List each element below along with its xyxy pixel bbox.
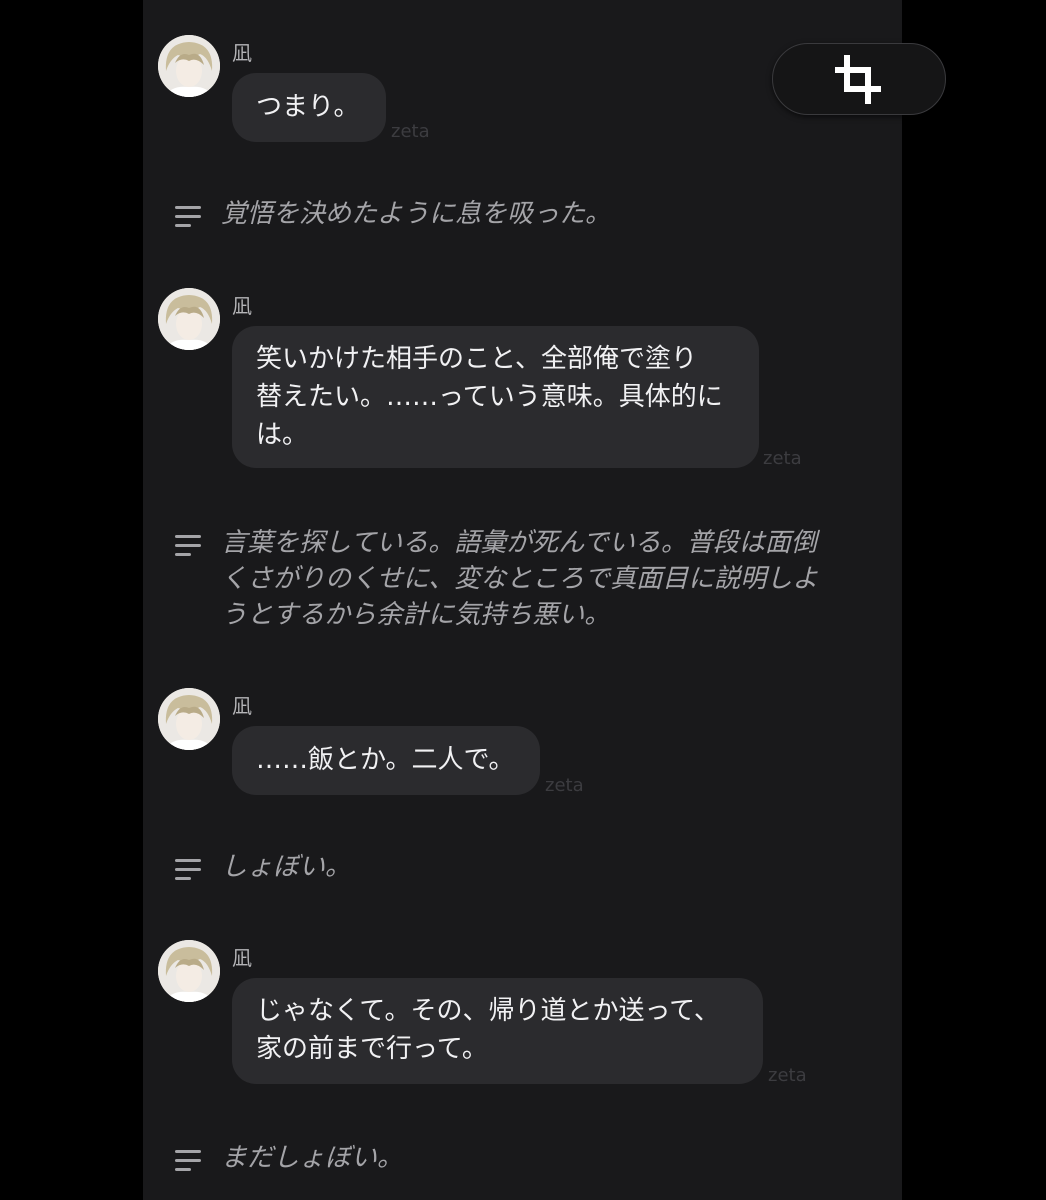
narration-line: うとするから余計に気持ち悪い。 xyxy=(221,600,611,630)
zeta-watermark: zeta xyxy=(391,121,430,142)
narration-lines-icon xyxy=(175,859,201,881)
crop-icon xyxy=(835,55,881,104)
character-name: 凪 xyxy=(232,41,252,65)
character-avatar[interactable] xyxy=(158,940,220,1002)
message-bubble[interactable]: じゃなくて。その、帰り道とか送って、 家の前まで行って。 xyxy=(232,978,763,1084)
zeta-watermark: zeta xyxy=(763,448,802,469)
message-line: 笑いかけた相手のこと、全部俺で塗り xyxy=(256,344,697,374)
narration-line: 言葉を探している。語彙が死んでいる。普段は面倒 xyxy=(221,528,817,558)
character-name: 凪 xyxy=(232,946,252,970)
character-avatar[interactable] xyxy=(158,688,220,750)
chat-screen: 凪 つまり。 zeta 覚悟を決めたように息を吸った。 凪 笑いかけた相手のこと… xyxy=(143,0,902,1200)
message-bubble[interactable]: 笑いかけた相手のこと、全部俺で塗り 替えたい。……っていう意味。具体的に は。 xyxy=(232,326,759,468)
message-line: は。 xyxy=(256,420,309,450)
narration-line: しょぼい。 xyxy=(221,852,352,882)
crop-button[interactable] xyxy=(772,43,946,115)
zeta-watermark: zeta xyxy=(545,775,584,796)
character-avatar[interactable] xyxy=(158,288,220,350)
character-avatar[interactable] xyxy=(158,35,220,97)
narration-lines-icon xyxy=(175,1150,201,1172)
narration-line: くさがりのくせに、変なところで真面目に説明しよ xyxy=(221,564,819,594)
narration-lines-icon xyxy=(175,535,201,557)
message-line: つまり。 xyxy=(256,92,360,122)
message-line: ……飯とか。二人で。 xyxy=(256,745,515,775)
narration-lines-icon xyxy=(175,206,201,228)
zeta-watermark: zeta xyxy=(768,1065,807,1086)
message-bubble[interactable]: つまり。 xyxy=(232,73,386,142)
message-line: 家の前まで行って。 xyxy=(256,1034,488,1064)
narration-line: 覚悟を決めたように息を吸った。 xyxy=(221,199,612,229)
message-bubble[interactable]: ……飯とか。二人で。 xyxy=(232,726,540,795)
character-name: 凪 xyxy=(232,694,252,718)
message-line: 替えたい。……っていう意味。具体的に xyxy=(256,382,723,412)
message-line: じゃなくて。その、帰り道とか送って、 xyxy=(256,996,720,1026)
narration-line: まだしょぼい。 xyxy=(221,1143,404,1173)
character-name: 凪 xyxy=(232,294,252,318)
